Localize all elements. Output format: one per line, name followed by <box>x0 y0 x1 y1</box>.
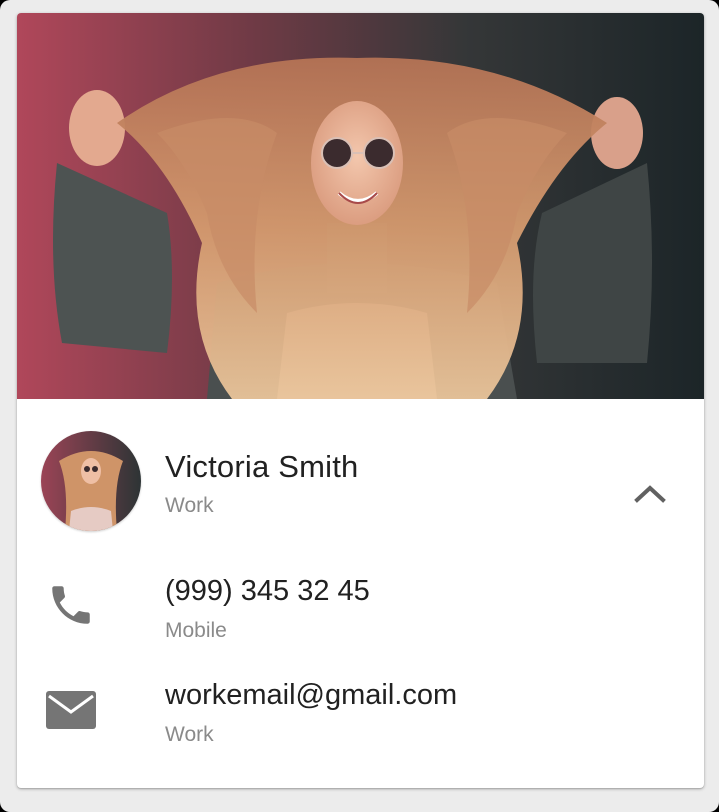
collapse-button[interactable] <box>622 471 678 515</box>
contact-name: Victoria Smith <box>165 449 359 484</box>
phone-row[interactable]: (999) 345 32 45 Mobile <box>17 559 704 659</box>
screen-background: Victoria Smith Work (999) 345 32 45 Mobi… <box>0 0 719 812</box>
contact-header: Victoria Smith Work <box>17 399 704 559</box>
contact-avatar[interactable] <box>41 431 141 531</box>
contact-subtitle: Work <box>165 494 214 517</box>
email-row[interactable]: workemail@gmail.com Work <box>17 663 704 763</box>
email-type-label: Work <box>165 723 214 746</box>
phone-icon <box>43 577 99 633</box>
phone-type-label: Mobile <box>165 619 227 642</box>
chevron-up-icon <box>634 485 666 503</box>
hero-photo <box>17 13 704 399</box>
phone-number[interactable]: (999) 345 32 45 <box>165 575 370 608</box>
contact-card: Victoria Smith Work (999) 345 32 45 Mobi… <box>17 13 704 788</box>
email-icon <box>43 681 99 737</box>
email-address[interactable]: workemail@gmail.com <box>165 679 457 712</box>
